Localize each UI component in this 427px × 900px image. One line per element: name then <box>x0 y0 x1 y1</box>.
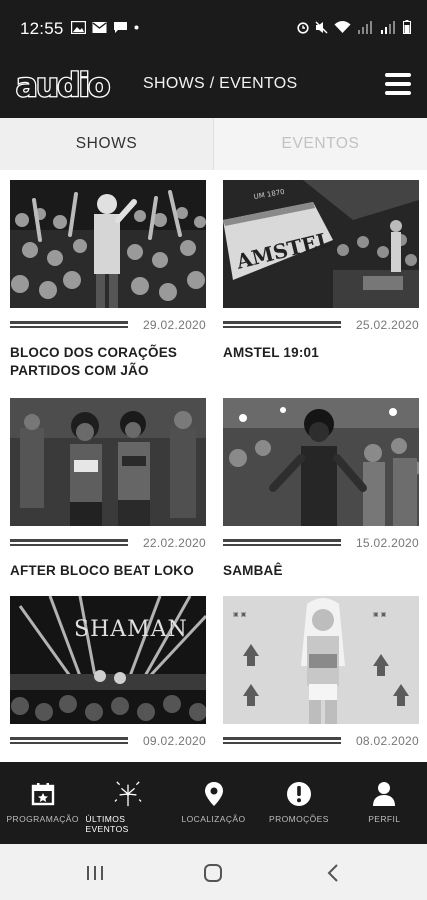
divider-bar <box>223 539 341 546</box>
show-image <box>10 180 206 308</box>
page-title: SHOWS / EVENTOS <box>143 75 298 92</box>
calendar-star-icon <box>29 780 57 808</box>
recents-icon <box>87 866 103 880</box>
home-icon <box>204 864 222 882</box>
show-card[interactable]: ▣ ▣ ▣ ▣ 08.02.2020 <box>223 596 419 754</box>
nav-localizacao[interactable]: LOCALIZAÇÃO <box>171 762 256 844</box>
show-image: SHAMAN <box>10 596 206 724</box>
nav-label: PERFIL <box>368 814 401 824</box>
divider-bar <box>223 737 341 744</box>
show-date: 29.02.2020 <box>142 318 206 332</box>
show-card[interactable]: 15.02.2020 SAMBAÊ <box>223 398 419 580</box>
show-card[interactable]: 22.02.2020 AFTER BLOCO BEAT LOKO <box>10 398 206 580</box>
show-title: SAMBAÊ <box>223 563 283 578</box>
signal-icon <box>358 20 372 34</box>
app-logo[interactable]: audio <box>15 65 112 106</box>
signal-icon-2 <box>381 20 395 34</box>
nav-programacao[interactable]: PROGRAMAÇÃO <box>0 762 85 844</box>
show-date: 22.02.2020 <box>142 536 206 550</box>
map-pin-icon <box>200 780 228 808</box>
nav-label: LOCALIZAÇÃO <box>181 814 246 824</box>
wifi-icon <box>334 20 351 33</box>
dot-icon <box>134 25 139 30</box>
recents-button[interactable] <box>80 862 110 884</box>
fireworks-icon <box>114 780 142 808</box>
tab-eventos[interactable]: EVENTOS <box>214 118 427 170</box>
tab-shows[interactable]: SHOWS <box>0 118 214 170</box>
show-card[interactable]: SHAMAN 09.02.2020 <box>10 596 206 754</box>
mute-icon <box>315 21 328 33</box>
gallery-icon <box>71 21 86 34</box>
nav-label: PROMOÇÕES <box>269 814 329 824</box>
nav-promocoes[interactable]: PROMOÇÕES <box>256 762 341 844</box>
show-image: ▣ ▣ ▣ ▣ <box>223 596 419 724</box>
show-image: AMSTEL UM 1870 <box>223 180 419 308</box>
shows-grid: 29.02.2020 BLOCO DOS CORAÇÕES PARTIDOS C… <box>0 170 427 762</box>
show-title: AMSTEL 19:01 <box>223 345 319 360</box>
status-bar: 12:55 <box>0 0 427 58</box>
nav-perfil[interactable]: PERFIL <box>342 762 427 844</box>
tab-bar: SHOWS EVENTOS <box>0 118 427 170</box>
menu-line <box>385 91 411 95</box>
battery-icon <box>403 20 411 34</box>
bottom-navigation: PROGRAMAÇÃO ÚLTIMOS EVENTOS LOCALIZAÇÃO … <box>0 762 427 844</box>
divider-bar <box>223 321 341 328</box>
back-button[interactable] <box>318 862 348 884</box>
show-card[interactable]: AMSTEL UM 1870 25.02.2020 AMSTEL 19:01 <box>223 180 419 362</box>
shaman-sign: SHAMAN <box>74 617 188 642</box>
mail-icon <box>92 22 107 33</box>
nav-label: ÚLTIMOS EVENTOS <box>85 814 129 834</box>
show-date: 25.02.2020 <box>355 318 419 332</box>
nav-ultimos-eventos[interactable]: ÚLTIMOS EVENTOS <box>85 762 170 844</box>
divider-bar <box>10 321 128 328</box>
person-icon <box>370 780 398 808</box>
home-button[interactable] <box>198 862 228 884</box>
chat-icon <box>114 22 127 33</box>
svg-text:▣ ▣: ▣ ▣ <box>373 611 386 618</box>
menu-line <box>385 82 411 86</box>
back-icon <box>327 864 338 882</box>
hamburger-menu-button[interactable] <box>385 73 411 95</box>
show-image <box>223 398 419 526</box>
divider-bar <box>10 539 128 546</box>
status-time: 12:55 <box>20 19 64 38</box>
show-image <box>10 398 206 526</box>
alarm-icon <box>297 21 309 34</box>
show-date: 15.02.2020 <box>355 536 419 550</box>
system-navigation-bar <box>0 844 427 900</box>
show-title: AFTER BLOCO BEAT LOKO <box>10 563 194 578</box>
divider-bar <box>10 737 128 744</box>
show-date: 08.02.2020 <box>355 734 419 748</box>
nav-label: PROGRAMAÇÃO <box>6 814 79 824</box>
alert-badge-icon <box>285 780 313 808</box>
show-title: BLOCO DOS CORAÇÕES PARTIDOS COM JÃO <box>10 345 178 378</box>
svg-text:▣ ▣: ▣ ▣ <box>233 611 246 618</box>
app-header: audio SHOWS / EVENTOS <box>0 58 427 118</box>
menu-line <box>385 73 411 77</box>
show-card[interactable]: 29.02.2020 BLOCO DOS CORAÇÕES PARTIDOS C… <box>10 180 206 380</box>
show-date: 09.02.2020 <box>142 734 206 748</box>
